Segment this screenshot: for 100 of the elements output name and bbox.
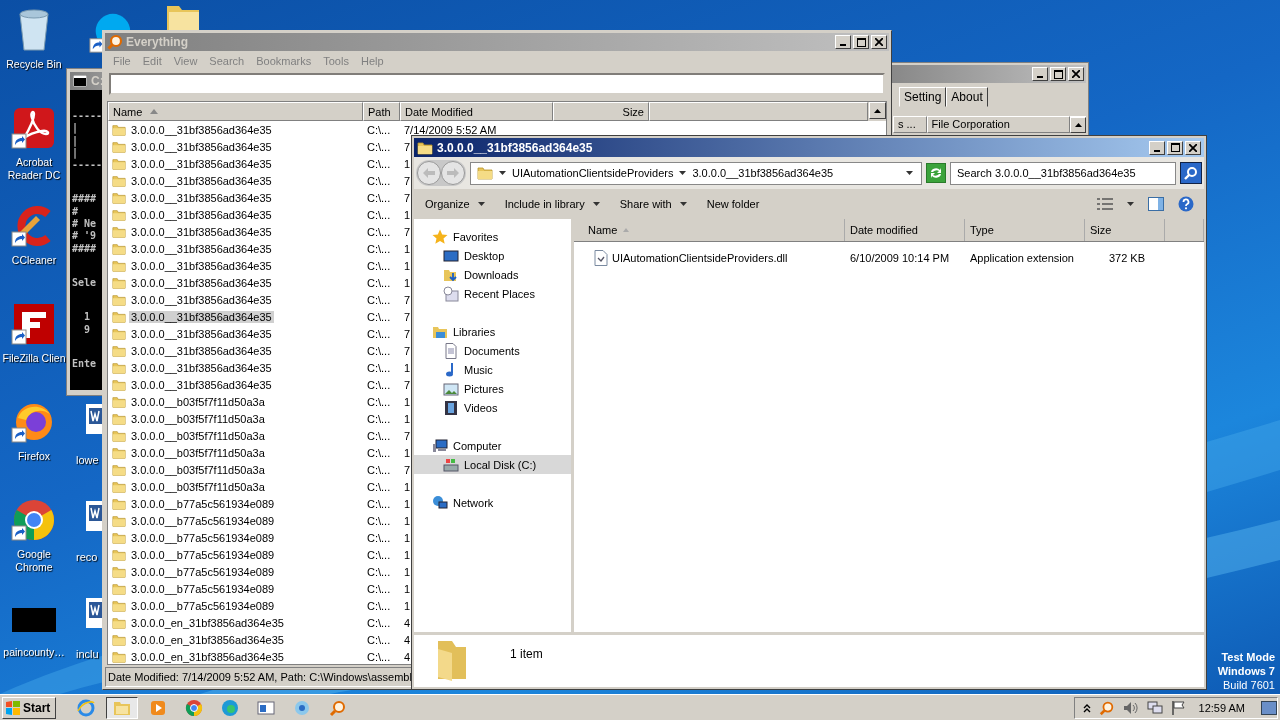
file-name[interactable]: 3.0.0.0__31bf3856ad364e35 xyxy=(129,361,274,374)
clock[interactable]: 12:59 AM xyxy=(1198,701,1245,714)
show-hidden-icons-icon[interactable] xyxy=(1082,702,1091,713)
navigation-item[interactable]: Documents xyxy=(414,341,571,360)
file-name[interactable]: 3.0.0.0__b77a5c561934e089 xyxy=(129,497,277,510)
file-name[interactable]: 3.0.0.0__31bf3856ad364e35 xyxy=(129,123,274,136)
tab[interactable]: About xyxy=(946,87,988,107)
file-name[interactable]: 3.0.0.0__b03f5f7f11d50a3a xyxy=(129,446,267,459)
search-field[interactable] xyxy=(109,73,885,95)
file-name[interactable]: 3.0.0.0__b77a5c561934e089 xyxy=(129,531,277,544)
navigation-item[interactable]: Local Disk (C:) xyxy=(414,455,571,474)
close-button[interactable] xyxy=(1068,67,1084,81)
toolbar-button[interactable]: Organize xyxy=(418,195,492,213)
close-button[interactable] xyxy=(1185,140,1201,155)
path-cell: C:\... xyxy=(367,514,391,527)
column-header[interactable]: Type xyxy=(965,219,1085,241)
file-name[interactable]: 3.0.0.0_en_31bf3856ad364e35 xyxy=(129,633,286,646)
maximize-button[interactable] xyxy=(853,35,869,49)
show-desktop-button[interactable] xyxy=(1261,700,1277,715)
file-name[interactable]: 3.0.0.0__31bf3856ad364e35 xyxy=(129,276,274,289)
toolbar-button[interactable]: Include in library xyxy=(497,195,607,213)
file-name[interactable]: UIAutomationClientsideProviders.dll xyxy=(612,252,788,264)
file-name[interactable]: 3.0.0.0__31bf3856ad364e35 xyxy=(129,344,274,357)
file-name[interactable]: 3.0.0.0__31bf3856ad364e35 xyxy=(129,310,274,323)
navigation-item[interactable]: Downloads xyxy=(414,265,571,284)
file-name[interactable]: 3.0.0.0__31bf3856ad364e35 xyxy=(129,378,274,391)
file-name[interactable]: 3.0.0.0__31bf3856ad364e35 xyxy=(129,157,274,170)
file-name[interactable]: 3.0.0.0__31bf3856ad364e35 xyxy=(129,191,274,204)
address-bar[interactable]: UIAutomationClientsideProviders 3.0.0.0__31bf3856ad364e35 xyxy=(470,161,922,185)
vertical-scrollbar[interactable] xyxy=(869,102,886,119)
magnifier-icon[interactable] xyxy=(1098,699,1115,716)
minimize-button[interactable] xyxy=(835,35,851,49)
navigation-item[interactable]: Favorites xyxy=(414,227,571,246)
file-name[interactable]: 3.0.0.0__b03f5f7f11d50a3a xyxy=(129,395,267,408)
file-name[interactable]: 3.0.0.0__31bf3856ad364e35 xyxy=(129,259,274,272)
breadcrumb-item[interactable]: 3.0.0.0__31bf3856ad364e35 xyxy=(692,167,834,179)
desktop-icon-label[interactable]: reco xyxy=(76,551,98,563)
column-header[interactable]: File Corporation xyxy=(926,116,1071,133)
column-header[interactable]: Name xyxy=(108,102,363,121)
search-field[interactable]: Search 3.0.0.0__31bf3856ad364e35 xyxy=(950,161,1176,185)
column-header[interactable]: Name xyxy=(574,219,845,241)
navigation-item[interactable]: Desktop xyxy=(414,246,571,265)
speaker-icon[interactable] xyxy=(1122,700,1139,715)
file-name[interactable]: 3.0.0.0__31bf3856ad364e35 xyxy=(129,327,274,340)
column-header[interactable]: Size xyxy=(553,102,649,121)
desktop-icon-label[interactable]: Recycle Bin xyxy=(6,58,62,71)
navigation-item[interactable]: Network xyxy=(414,493,571,512)
taskbar-app-button[interactable] xyxy=(106,696,139,719)
desktop-icon-label[interactable]: Acrobat Reader DC xyxy=(1,156,67,182)
file-name[interactable]: 3.0.0.0__31bf3856ad364e35 xyxy=(129,293,274,306)
breadcrumb-item[interactable]: UIAutomationClientsideProviders xyxy=(512,167,674,179)
column-header[interactable]: Size xyxy=(1085,219,1165,241)
file-name[interactable]: 3.0.0.0__b77a5c561934e089 xyxy=(129,548,277,561)
file-name[interactable]: 3.0.0.0__31bf3856ad364e35 xyxy=(129,208,274,221)
column-header[interactable]: Date Modified xyxy=(400,102,553,121)
scroll-up-button[interactable] xyxy=(1070,116,1086,133)
file-name[interactable]: 3.0.0.0__b03f5f7f11d50a3a xyxy=(129,429,267,442)
flag-icon[interactable] xyxy=(1170,700,1185,715)
search-button[interactable] xyxy=(1180,162,1202,184)
file-name[interactable]: 3.0.0.0__b77a5c561934e089 xyxy=(129,565,277,578)
navigation-item[interactable]: Pictures xyxy=(414,379,571,398)
file-name[interactable]: 3.0.0.0__b77a5c561934e089 xyxy=(129,582,277,595)
folder-icon[interactable] xyxy=(165,4,201,30)
file-name[interactable]: 3.0.0.0__b77a5c561934e089 xyxy=(129,599,277,612)
column-header[interactable]: Date modified xyxy=(845,219,965,241)
maximize-button[interactable] xyxy=(1167,140,1183,155)
navigation-item[interactable]: Libraries xyxy=(414,322,571,341)
navigation-item[interactable]: Music xyxy=(414,360,571,379)
file-name[interactable]: 3.0.0.0__b03f5f7f11d50a3a xyxy=(129,480,267,493)
file-name[interactable]: 3.0.0.0_en_31bf3856ad364e35 xyxy=(129,616,286,629)
maximize-button[interactable] xyxy=(1050,67,1066,81)
toolbar-button[interactable]: New folder xyxy=(699,195,767,213)
desktop-icon-label[interactable]: Firefox xyxy=(17,450,51,463)
column-header[interactable]: Path xyxy=(363,102,400,121)
network-icon[interactable] xyxy=(1146,700,1163,715)
close-button[interactable] xyxy=(871,35,887,49)
minimize-button[interactable] xyxy=(1149,140,1165,155)
minimize-button[interactable] xyxy=(1032,67,1048,81)
desktop-icon-label[interactable]: lowe xyxy=(76,454,99,466)
file-name[interactable]: 3.0.0.0__31bf3856ad364e35 xyxy=(129,242,274,255)
desktop-icon-label[interactable]: FileZilla Clien xyxy=(2,352,66,365)
desktop-icon-label[interactable]: inclu xyxy=(76,648,99,660)
file-name[interactable]: 3.0.0.0__b77a5c561934e089 xyxy=(129,514,277,527)
start-button[interactable]: Start xyxy=(2,696,57,719)
file-name[interactable]: 3.0.0.0__31bf3856ad364e35 xyxy=(129,225,274,238)
desktop-icon-label[interactable]: CCleaner xyxy=(11,254,57,267)
desktop-icon-label[interactable]: Google Chrome xyxy=(1,548,67,574)
toolbar-button[interactable]: Share with xyxy=(612,195,694,213)
file-name[interactable]: 3.0.0.0__b03f5f7f11d50a3a xyxy=(129,463,267,476)
refresh-button[interactable] xyxy=(926,163,946,183)
desktop-icon-label[interactable]: paincounty… xyxy=(3,646,65,659)
file-name[interactable]: 3.0.0.0_en_31bf3856ad364e35 xyxy=(129,650,286,663)
navigation-item[interactable]: Computer xyxy=(414,436,571,455)
file-name[interactable]: 3.0.0.0__31bf3856ad364e35 xyxy=(129,174,274,187)
file-name[interactable]: 3.0.0.0__b03f5f7f11d50a3a xyxy=(129,412,267,425)
navigation-item[interactable]: Recent Places xyxy=(414,284,571,303)
column-header[interactable]: s ... xyxy=(893,116,927,133)
file-name[interactable]: 3.0.0.0__31bf3856ad364e35 xyxy=(129,140,274,153)
tab[interactable]: Setting xyxy=(899,87,947,107)
navigation-item[interactable]: Videos xyxy=(414,398,571,417)
